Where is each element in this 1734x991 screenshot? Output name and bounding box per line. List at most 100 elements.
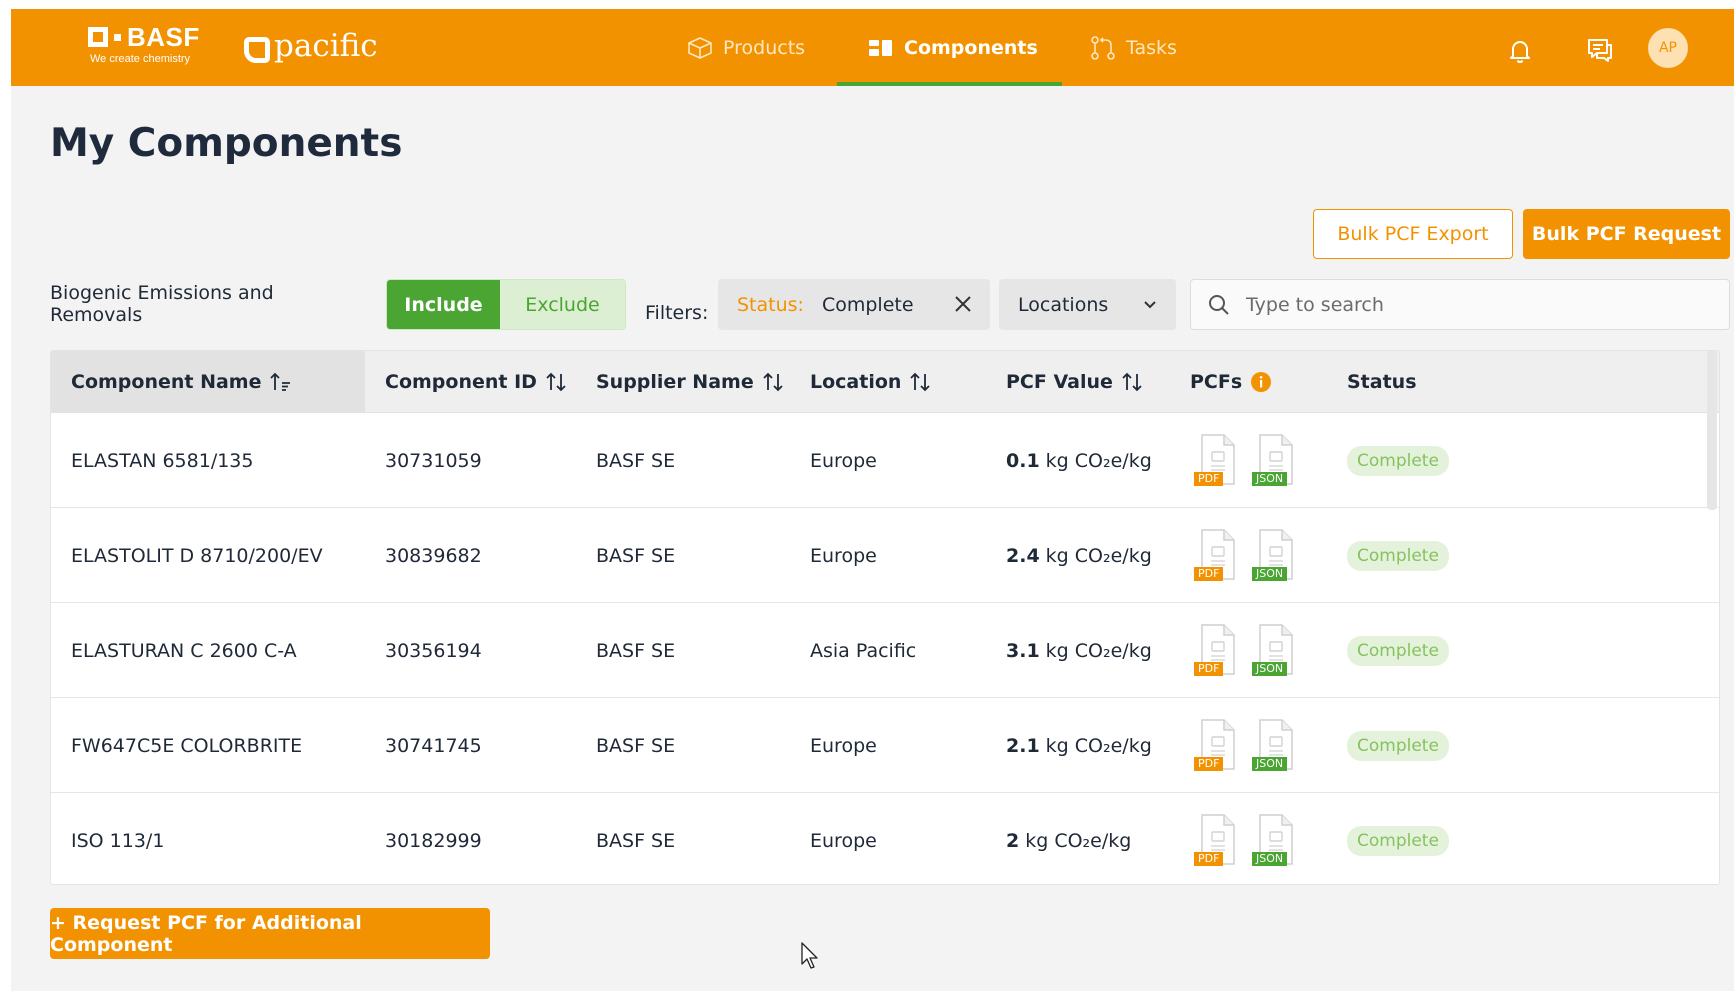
search-input[interactable]	[1246, 288, 1706, 322]
pcf-value-unit: kg CO₂e/kg	[1045, 449, 1152, 472]
json-file-icon[interactable]: JSON	[1252, 432, 1298, 490]
column-header-label: Status	[1347, 371, 1417, 393]
pcf-value-cell: 2 kg CO₂e/kg	[1006, 793, 1132, 884]
supplier-name-cell: BASF SE	[596, 734, 676, 757]
table-row[interactable]: ELASTAN 6581/135 30731059 BASF SE Europe…	[51, 413, 1719, 508]
json-label: JSON	[1252, 851, 1288, 866]
basf-square-icon	[88, 27, 108, 47]
pdf-label: PDF	[1194, 851, 1224, 866]
locations-dropdown[interactable]: Locations	[999, 279, 1176, 330]
status-cell: Complete	[1347, 793, 1449, 884]
nav-tasks[interactable]: Tasks	[1090, 9, 1177, 86]
table-row[interactable]: ISO 113/1 30182999 BASF SE Europe 2 kg C…	[51, 793, 1719, 884]
location-cell: Europe	[810, 829, 877, 852]
pcf-files-cell: PDF JSON	[1194, 793, 1298, 884]
request-pcf-additional-component-button[interactable]: + Request PCF for Additional Component	[50, 908, 490, 959]
json-label: JSON	[1252, 661, 1288, 676]
pdf-label: PDF	[1194, 756, 1224, 771]
column-header-component-id[interactable]: Component ID	[385, 351, 567, 413]
nav-products-label: Products	[723, 36, 806, 59]
sort-icon	[910, 372, 931, 392]
pdf-label: PDF	[1194, 661, 1224, 676]
column-header-location[interactable]: Location	[810, 351, 931, 413]
json-label: JSON	[1252, 471, 1288, 486]
pcf-files-cell: PDF JSON	[1194, 698, 1298, 793]
exclude-option[interactable]: Exclude	[500, 280, 625, 329]
basf-tagline: We create chemistry	[90, 53, 191, 65]
column-header-pcf-value[interactable]: PCF Value	[1006, 351, 1143, 413]
pdf-file-icon[interactable]: PDF	[1194, 432, 1240, 490]
column-header-label: Location	[810, 371, 902, 393]
nav-active-indicator	[837, 82, 1062, 86]
sort-icon	[763, 372, 783, 392]
pcf-value-unit: kg CO₂e/kg	[1045, 734, 1152, 757]
pacific-wordmark: pacific	[274, 28, 378, 64]
sort-icon	[546, 372, 566, 392]
top-navigation-bar: BASF We create chemistry pacific Product…	[11, 9, 1734, 86]
column-header-label: Supplier Name	[596, 371, 754, 393]
status-badge: Complete	[1347, 730, 1449, 761]
pdf-file-icon[interactable]: PDF	[1194, 622, 1240, 680]
pdf-file-icon[interactable]: PDF	[1194, 717, 1240, 775]
status-cell: Complete	[1347, 698, 1449, 793]
pdf-file-icon[interactable]: PDF	[1194, 812, 1240, 870]
status-filter-key: Status:	[737, 293, 804, 316]
mouse-cursor-icon	[801, 942, 818, 969]
column-header-component-name[interactable]: Component Name	[71, 351, 292, 413]
status-cell: Complete	[1347, 508, 1449, 603]
pdf-file-icon[interactable]: PDF	[1194, 527, 1240, 585]
component-id-cell: 30182999	[385, 829, 482, 852]
components-icon	[869, 39, 892, 56]
chevron-down-icon	[1144, 301, 1156, 309]
nav-components[interactable]: Components	[868, 9, 1038, 86]
user-avatar[interactable]: AP	[1648, 28, 1688, 68]
status-filter-value: Complete	[821, 293, 914, 316]
tasks-icon	[1091, 35, 1115, 60]
chat-icon[interactable]	[1585, 35, 1615, 65]
pcf-value-unit: kg CO₂e/kg	[1045, 639, 1152, 662]
status-badge: Complete	[1347, 445, 1449, 476]
locations-dropdown-label: Locations	[1018, 293, 1109, 316]
json-file-icon[interactable]: JSON	[1252, 622, 1298, 680]
pdf-label: PDF	[1194, 566, 1224, 581]
close-icon[interactable]	[951, 292, 975, 316]
nav-tasks-label: Tasks	[1126, 36, 1177, 59]
info-icon[interactable]	[1250, 371, 1272, 393]
status-filter-chip[interactable]: Status: Complete	[718, 279, 990, 330]
include-option[interactable]: Include	[387, 280, 500, 329]
pdf-label: PDF	[1194, 471, 1224, 486]
bulk-pcf-export-button[interactable]: Bulk PCF Export	[1313, 209, 1513, 259]
location-cell: Europe	[810, 449, 877, 472]
pacific-logo[interactable]: pacific	[244, 29, 378, 63]
component-id-cell: 30356194	[385, 639, 482, 662]
json-file-icon[interactable]: JSON	[1252, 717, 1298, 775]
pcf-value-cell: 3.1 kg CO₂e/kg	[1006, 603, 1152, 698]
sort-icon	[1122, 372, 1142, 392]
bulk-pcf-request-button[interactable]: Bulk PCF Request	[1523, 209, 1730, 259]
column-header-supplier-name[interactable]: Supplier Name	[596, 351, 784, 413]
basf-dot-icon	[114, 33, 121, 41]
table-row[interactable]: ELASTOLIT D 8710/200/EV 30839682 BASF SE…	[51, 508, 1719, 603]
table-row[interactable]: ELASTURAN C 2600 C-A 30356194 BASF SE As…	[51, 603, 1719, 698]
component-name-cell: ISO 113/1	[71, 829, 165, 852]
box-icon	[688, 36, 712, 59]
location-cell: Asia Pacific	[810, 639, 917, 662]
supplier-name-cell: BASF SE	[596, 544, 676, 567]
status-badge: Complete	[1347, 825, 1449, 856]
basf-wordmark: BASF	[127, 22, 200, 52]
column-header-pcfs: PCFs	[1190, 351, 1272, 413]
basf-logo[interactable]: BASF We create chemistry	[88, 22, 200, 65]
location-cell: Europe	[810, 544, 877, 567]
json-label: JSON	[1252, 756, 1288, 771]
pacific-mark-icon	[244, 37, 270, 63]
pcf-value-number: 2.4	[1006, 544, 1040, 567]
pcf-value-unit: kg CO₂e/kg	[1025, 829, 1132, 852]
table-row[interactable]: FW647C5E COLORBRITE 30741745 BASF SE Eur…	[51, 698, 1719, 793]
nav-products[interactable]: Products	[687, 9, 805, 86]
pcf-files-cell: PDF JSON	[1194, 413, 1298, 508]
json-file-icon[interactable]: JSON	[1252, 812, 1298, 870]
table-scrollbar[interactable]	[1707, 350, 1717, 510]
bell-icon[interactable]	[1505, 35, 1535, 65]
component-name-cell: ELASTOLIT D 8710/200/EV	[71, 544, 323, 567]
json-file-icon[interactable]: JSON	[1252, 527, 1298, 585]
